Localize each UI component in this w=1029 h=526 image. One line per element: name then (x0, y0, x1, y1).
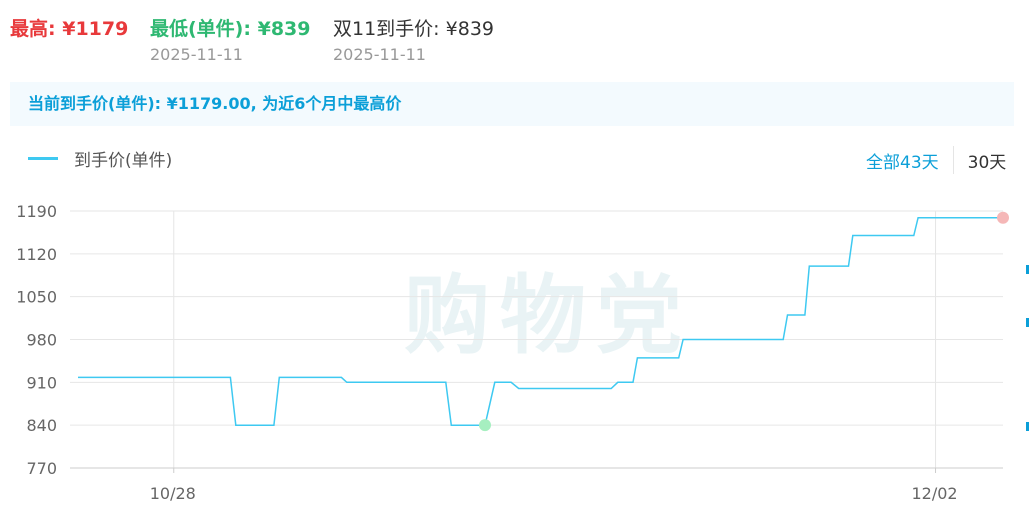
y-tick-label: 980 (26, 331, 57, 350)
min-price-marker (479, 419, 491, 432)
watermark-text: 购物党 (404, 266, 692, 366)
x-tick-label: 12/02 (911, 484, 957, 503)
y-tick-label: 1050 (16, 288, 57, 307)
y-tick-label: 840 (26, 416, 57, 435)
max-price-marker (997, 211, 1009, 224)
price-chart: 购物党 1190 1120 1050 980 910 840 770 10/28 12/02 (16, 202, 1009, 503)
y-tick-label: 910 (26, 373, 57, 392)
y-tick-label: 770 (26, 459, 57, 478)
y-tick-label: 1120 (16, 245, 57, 264)
y-tick-label: 1190 (16, 202, 57, 221)
x-tick-label: 10/28 (150, 484, 196, 503)
